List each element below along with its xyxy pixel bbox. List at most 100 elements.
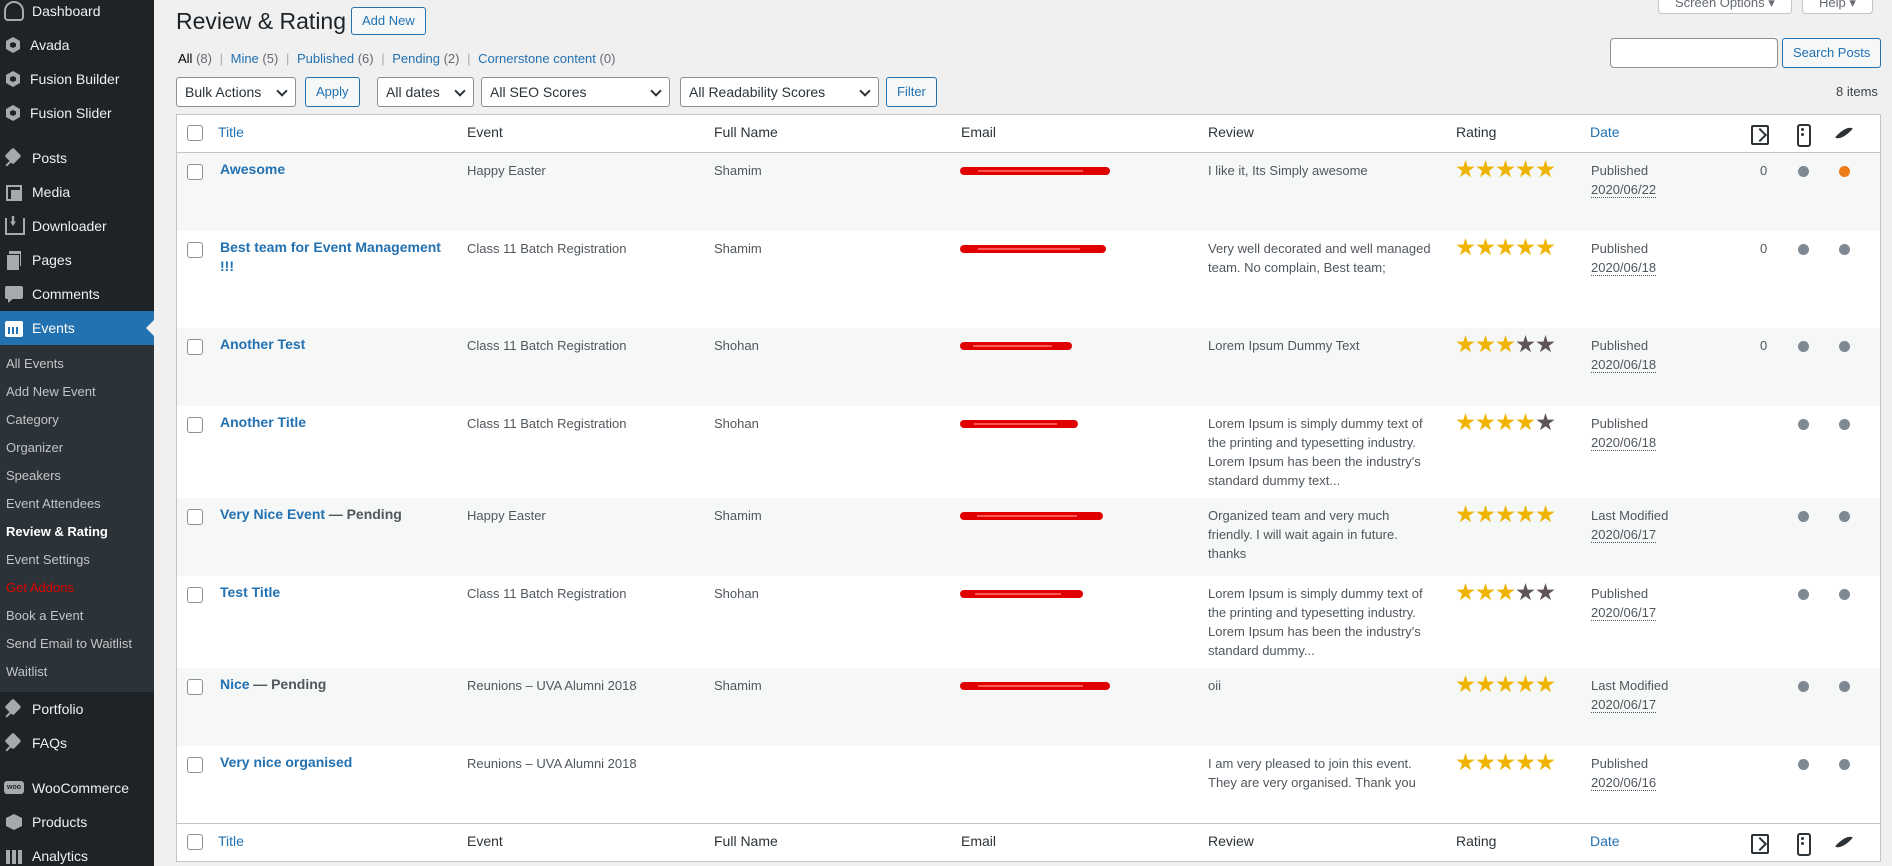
row-title-link[interactable]: Very Nice Event: [220, 506, 325, 522]
filter-button[interactable]: Filter: [886, 77, 937, 107]
sidebar-item-posts[interactable]: Posts: [0, 141, 154, 175]
row-checkbox[interactable]: [187, 587, 203, 603]
sidebar-item-events[interactable]: Events: [0, 311, 154, 345]
sidebar-item-woocommerce[interactable]: WooCommerce: [0, 771, 154, 805]
review-line: They are very organised. Thank you: [1208, 775, 1416, 790]
seo-score-icon: [1792, 124, 1812, 147]
search-posts-button[interactable]: Search Posts: [1782, 38, 1882, 68]
screen-options-tab[interactable]: Screen Options ▾: [1658, 0, 1792, 14]
column-date[interactable]: Date: [1590, 124, 1620, 140]
sidebar-item-downloader[interactable]: Downloader: [0, 209, 154, 243]
sidebar-item-fusion-slider[interactable]: Fusion Slider: [0, 96, 154, 130]
submenu-category[interactable]: Category: [0, 406, 154, 434]
sidebar-item-avada[interactable]: Avada: [0, 28, 154, 62]
row-title-link[interactable]: Awesome: [220, 161, 285, 177]
sidebar-item-pages[interactable]: Pages: [0, 243, 154, 277]
row-email-redacted: [960, 584, 1083, 603]
submenu-send-email-waitlist[interactable]: Send Email to Waitlist: [0, 630, 154, 658]
submenu-event-attendees[interactable]: Event Attendees: [0, 490, 154, 518]
column-title-footer[interactable]: Title: [218, 833, 244, 849]
row-title: Another Title: [220, 413, 450, 432]
readability-score-dot: [1839, 341, 1850, 352]
select-all-checkbox-footer[interactable]: [187, 834, 203, 850]
row-review: I like it, Its Simply awesome: [1208, 161, 1438, 180]
submenu-all-events[interactable]: All Events: [0, 350, 154, 378]
column-title[interactable]: Title: [218, 124, 244, 140]
filter-published-count: (6): [357, 51, 374, 66]
column-date-footer[interactable]: Date: [1590, 833, 1620, 849]
table-row: Very nice organised Reunions – UVA Alumn…: [177, 746, 1880, 823]
row-review: Lorem Ipsum is simply dummy text of the p…: [1208, 414, 1438, 490]
seo-scores-select[interactable]: All SEO Scores: [481, 77, 670, 107]
bulk-actions-select[interactable]: Bulk Actions: [176, 77, 296, 107]
sidebar-item-products[interactable]: Products: [0, 805, 154, 839]
readability-score-dot: [1839, 589, 1850, 600]
star-icon: [1536, 160, 1555, 178]
row-checkbox[interactable]: [187, 757, 203, 773]
sidebar-item-faqs[interactable]: FAQs: [0, 726, 154, 760]
row-status: Published: [1591, 338, 1649, 353]
row-review: I am very pleased to join this event. The…: [1208, 754, 1438, 792]
redaction-mark: [960, 512, 1103, 520]
column-event-footer: Event: [467, 833, 503, 849]
help-tab[interactable]: Help ▾: [1802, 0, 1873, 14]
row-date-value: 2020/06/22: [1591, 182, 1657, 198]
dates-select[interactable]: All dates: [377, 77, 474, 107]
column-review-footer: Review: [1208, 833, 1254, 849]
row-title-link[interactable]: Very nice organised: [220, 754, 352, 770]
row-title-link[interactable]: Test Title: [220, 584, 280, 600]
row-email-redacted: [960, 676, 1110, 695]
review-line: Lorem Ipsum is simply dummy text of: [1208, 416, 1423, 431]
row-date-value: 2020/06/16: [1591, 775, 1657, 791]
internal-links-icon: [1749, 833, 1769, 854]
row-status: Last Modified: [1591, 508, 1669, 523]
filter-mine[interactable]: Mine: [231, 51, 259, 66]
row-event: Happy Easter: [467, 508, 546, 523]
row-checkbox[interactable]: [187, 242, 203, 258]
sidebar-item-fusion-builder[interactable]: Fusion Builder: [0, 62, 154, 96]
submenu-waitlist[interactable]: Waitlist: [0, 658, 154, 686]
submenu-speakers[interactable]: Speakers: [0, 462, 154, 490]
page-title: Review & Rating: [176, 8, 347, 34]
row-checkbox[interactable]: [187, 417, 203, 433]
row-title: Nice — Pending: [220, 675, 450, 694]
apply-button[interactable]: Apply: [305, 77, 360, 107]
submenu-add-new-event[interactable]: Add New Event: [0, 378, 154, 406]
filter-published[interactable]: Published: [297, 51, 354, 66]
row-checkbox[interactable]: [187, 679, 203, 695]
sidebar-item-analytics[interactable]: Analytics: [0, 839, 154, 866]
row-title-link[interactable]: Best team for Event Management !!!: [220, 239, 441, 274]
seo-score-icon: [1792, 833, 1812, 856]
filter-all[interactable]: All: [178, 51, 192, 66]
row-date-value: 2020/06/17: [1591, 697, 1657, 713]
submenu-get-addons[interactable]: Get Addons: [0, 574, 154, 602]
filter-cornerstone[interactable]: Cornerstone content: [478, 51, 596, 66]
sidebar-item-comments[interactable]: Comments: [0, 277, 154, 311]
row-checkbox[interactable]: [187, 164, 203, 180]
admin-sidebar: Dashboard Avada Fusion Builder Fusion Sl…: [0, 0, 154, 866]
sidebar-item-portfolio[interactable]: Portfolio: [0, 692, 154, 726]
row-title-link[interactable]: Another Test: [220, 336, 305, 352]
row-checkbox[interactable]: [187, 339, 203, 355]
sidebar-item-media[interactable]: Media: [0, 175, 154, 209]
table-row: Nice — Pending Reunions – UVA Alumni 2018…: [177, 668, 1880, 746]
row-checkbox[interactable]: [187, 509, 203, 525]
add-new-button[interactable]: Add New: [351, 7, 426, 35]
row-title-link[interactable]: Nice: [220, 676, 250, 692]
submenu-organizer[interactable]: Organizer: [0, 434, 154, 462]
select-all-checkbox[interactable]: [187, 125, 203, 141]
star-icon: [1496, 505, 1515, 523]
filter-pending[interactable]: Pending: [392, 51, 440, 66]
submenu-book-a-event[interactable]: Book a Event: [0, 602, 154, 630]
sidebar-item-dashboard[interactable]: Dashboard: [0, 0, 154, 28]
row-date: Published 2020/06/16: [1591, 754, 1657, 792]
row-email-redacted: [960, 336, 1072, 355]
readability-scores-select[interactable]: All Readability Scores: [680, 77, 879, 107]
review-line: Lorem Ipsum is simply dummy text of: [1208, 586, 1423, 601]
submenu-event-settings[interactable]: Event Settings: [0, 546, 154, 574]
submenu-review-rating[interactable]: Review & Rating: [0, 518, 154, 546]
column-rating: Rating: [1456, 124, 1497, 140]
row-title-link[interactable]: Another Title: [220, 414, 306, 430]
row-email-redacted: [960, 414, 1078, 433]
search-input[interactable]: [1610, 38, 1778, 68]
